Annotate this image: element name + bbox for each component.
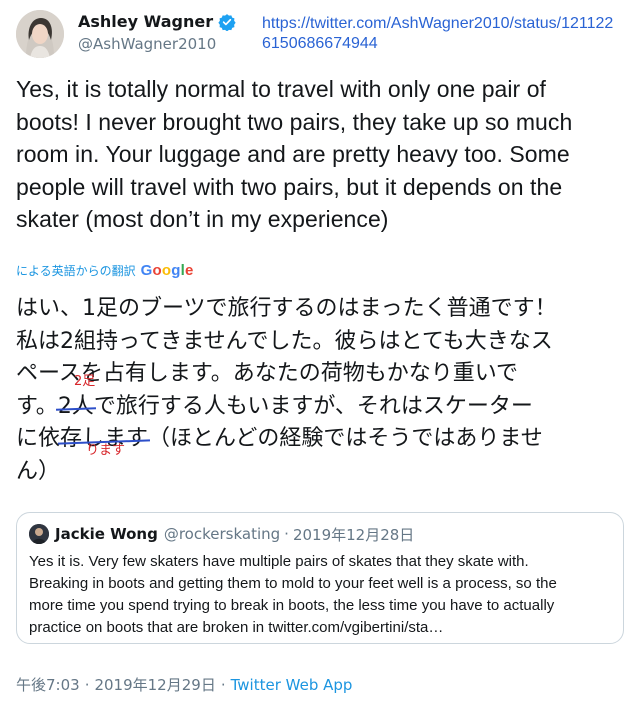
tweet-line: boots! I never brought two pairs, they t… [16,108,573,135]
quoted-author-name: Jackie Wong [55,525,158,543]
translated-line: ん） [16,458,61,484]
translated-fragment: す。 [16,393,58,419]
quoted-tweet-header: Jackie Wong @rockerskating · 2019年12月28日 [29,523,611,545]
translated-line: す。2人で旅行する人もいますが、それはスケーター [16,391,628,424]
quoted-tweet-card[interactable]: Jackie Wong @rockerskating · 2019年12月28日… [16,512,624,644]
tweet-line: room in. Your luggage and are pretty hea… [16,141,570,167]
verified-badge-icon [218,13,236,32]
translated-line: はい、1足のブーツで旅行するのはまったく普通です！ [16,296,557,321]
quoted-line: Breaking in boots and getting them to mo… [29,575,557,592]
correction-note: ります [86,443,126,458]
quoted-tweet-date: 2019年12月28日 [292,525,415,544]
tweet-line: people will travel with two pairs, but i… [16,173,563,200]
source-app-link[interactable]: Twitter Web App [231,676,353,694]
quoted-tweet-text: Yes it is. Very few skaters have multipl… [29,551,611,639]
author-name-block: Ashley Wagner @AshWagner2010 [78,12,236,54]
translated-fragment: で旅行する人もいますが、それはスケーター [93,393,533,419]
tweet-metadata: 午後7:03 · 2019年12月29日 · Twitter Web App [16,674,352,695]
translated-fragment: に依 [16,426,61,451]
separator: · [84,675,90,694]
tweet-time[interactable]: 午後7:03 [16,674,80,695]
tweet-line: skater (most don’t in my experience) [16,206,389,232]
correction-note: 2足 [74,374,96,389]
source-url[interactable]: https://twitter.com/AshWagner2010/status… [262,14,622,54]
translated-line: ペースを占有します。あなたの荷物もかなり重いで [16,361,519,386]
separator: · [284,525,289,543]
translated-line: 私は2組持ってきませんでした。彼らはとても大きなス [16,328,553,354]
profile-photo [16,10,64,58]
author-avatar[interactable] [16,10,64,58]
google-logo: Google [140,262,194,279]
separator: · [220,675,226,694]
translation-attribution[interactable]: による英語からの翻訳 Google [16,262,194,279]
translated-fragment: （ほとんどの経験ではそうではありませ [148,426,543,451]
quoted-line: practice on boots that are broken in twi… [29,619,444,636]
author-handle[interactable]: @AshWagner2010 [78,34,236,54]
tweet-line: Yes, it is totally normal to travel with… [16,76,546,102]
quoted-author-avatar [29,524,49,544]
author-display-name[interactable]: Ashley Wagner [78,12,213,32]
quoted-line: more time you spend trying to break in b… [29,597,555,614]
tweet-date[interactable]: 2019年12月29日 [94,674,215,695]
translation-label[interactable]: による英語からの翻訳 [16,262,136,279]
struck-text: 2人 [58,391,94,424]
quoted-line: Yes it is. Very few skaters have multipl… [29,553,529,570]
tweet-text: Yes, it is totally normal to travel with… [16,73,628,236]
quoted-author-handle: @rockerskating [163,525,281,543]
translated-text: はい、1足のブーツで旅行するのはまったく普通です！ 私は2組持ってきませんでした… [16,293,628,488]
